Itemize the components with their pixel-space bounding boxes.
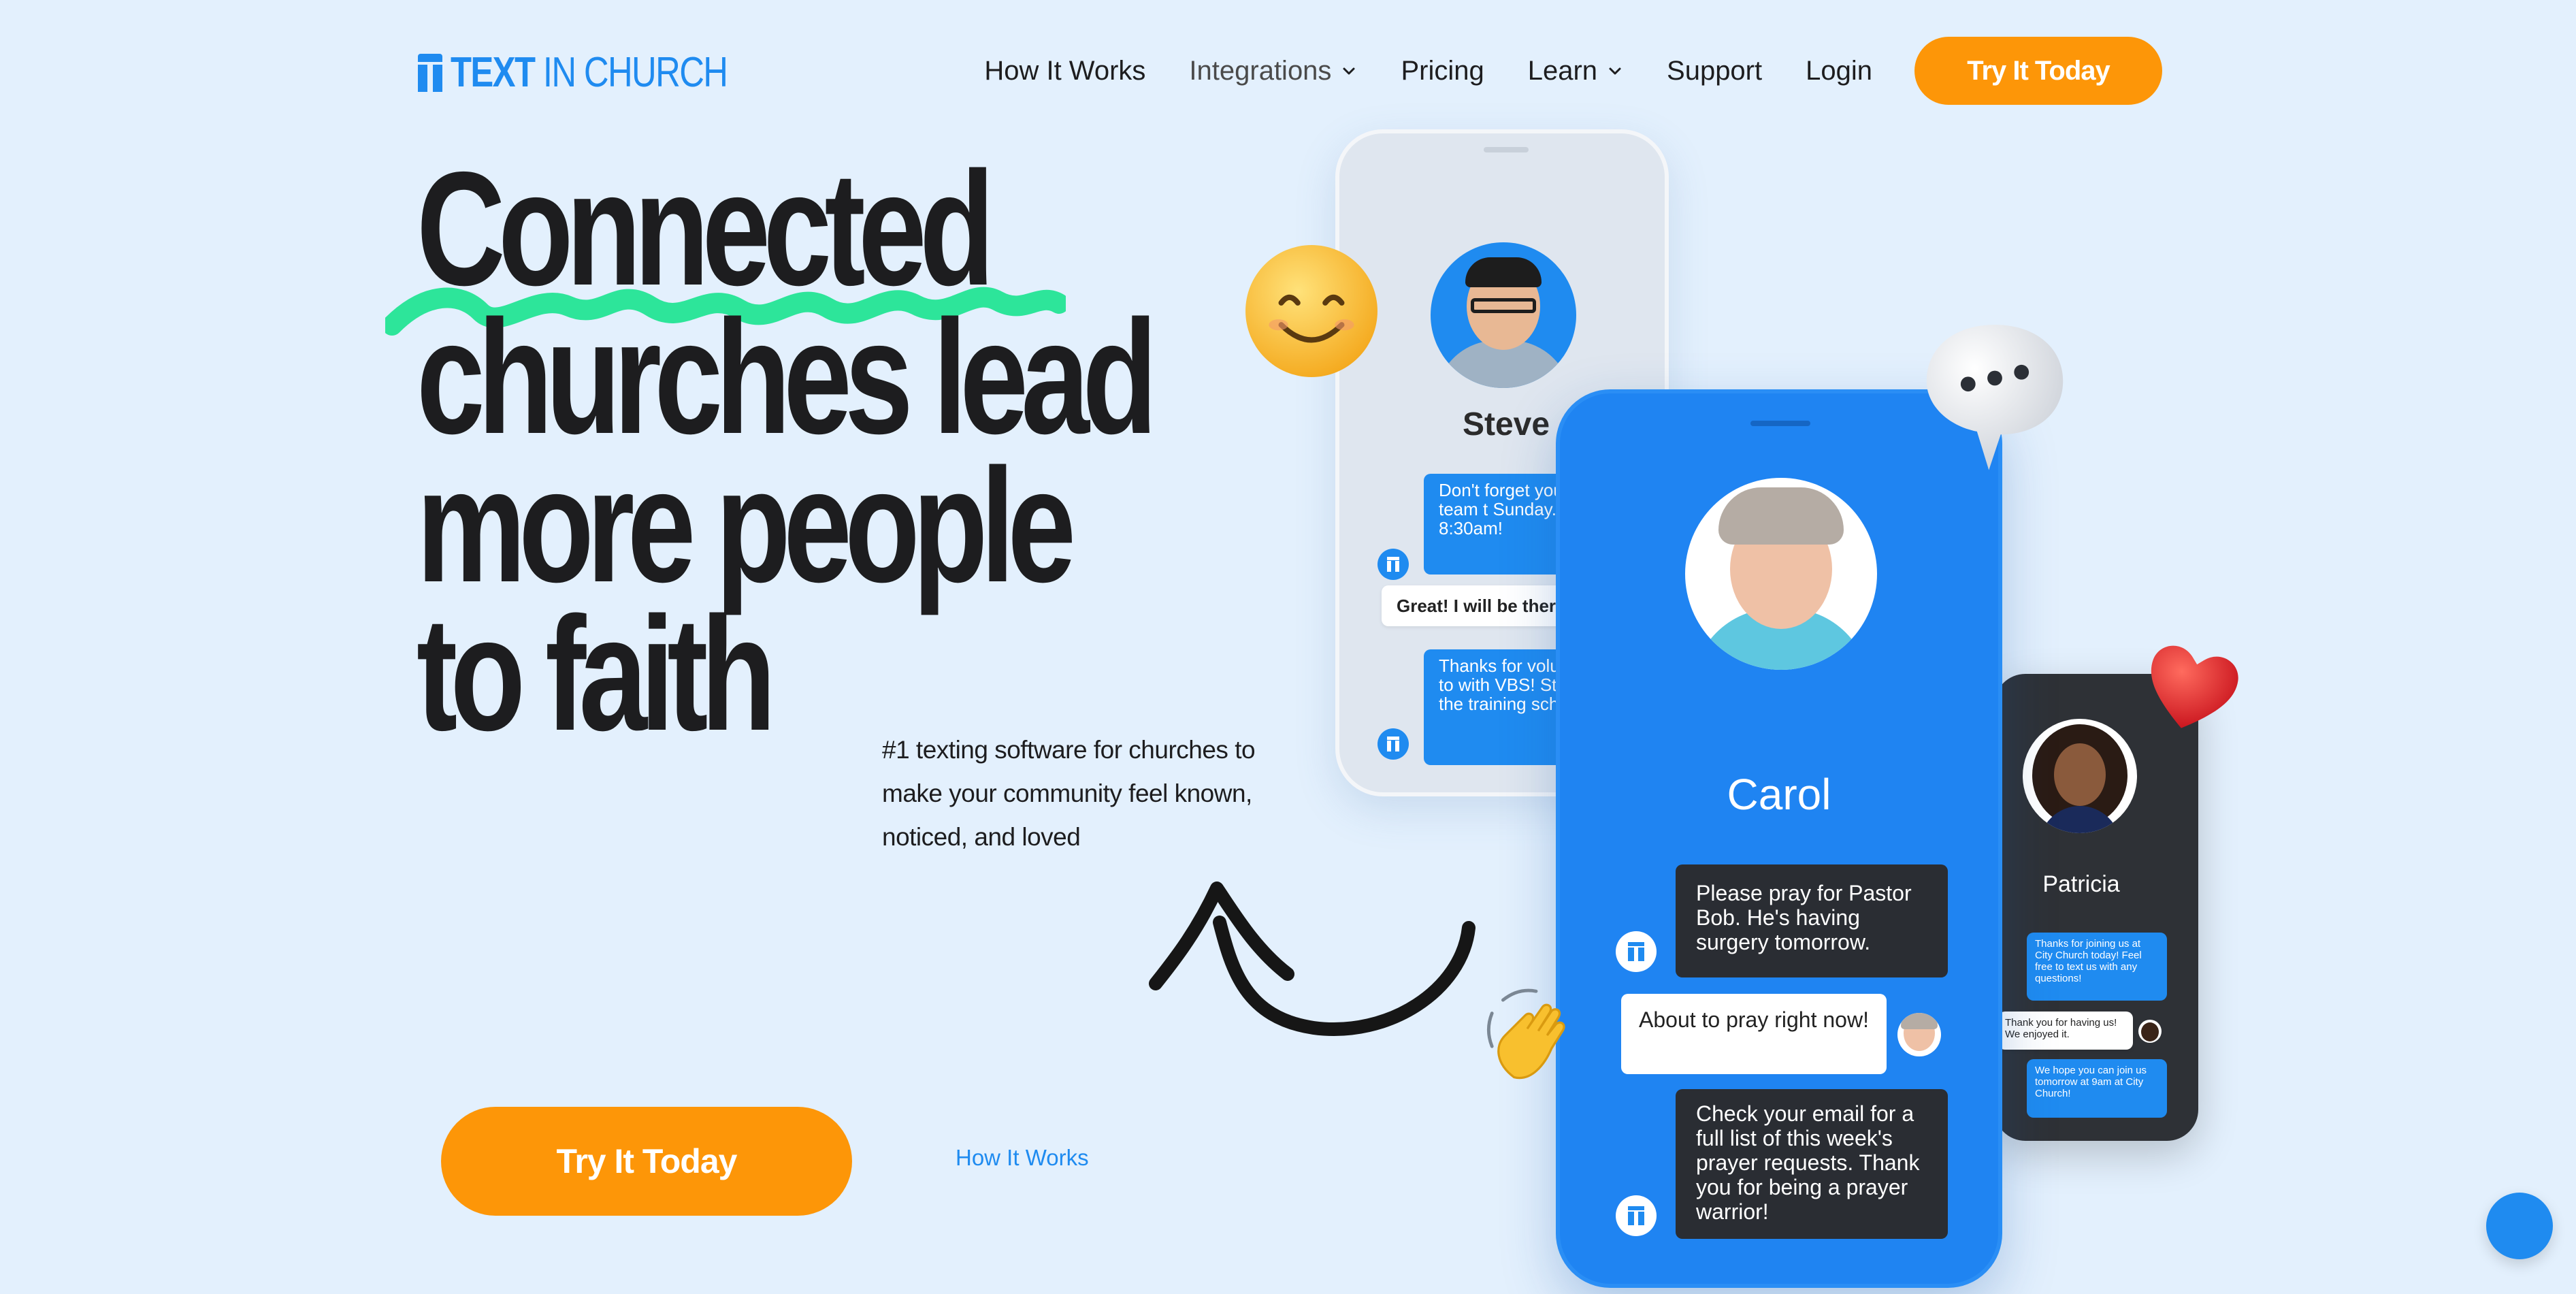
hero-how-it-works-link[interactable]: How It Works	[956, 1145, 1089, 1171]
hand-drawn-arrow-icon	[1149, 881, 1476, 1036]
carol-mini-avatar	[1897, 1013, 1941, 1056]
smile-emoji-icon	[1245, 245, 1377, 377]
chat-widget-icon	[2500, 1206, 2539, 1246]
chevron-down-icon	[1609, 67, 1621, 75]
church-badge-icon	[1377, 549, 1409, 580]
steve-avatar	[1431, 242, 1576, 388]
nav-integrations[interactable]: Integrations	[1189, 56, 1357, 86]
headline-line-4: to faith	[417, 584, 776, 764]
nav-login[interactable]: Login	[1806, 56, 1872, 86]
phone-carol: Carol Please pray for Pastor Bob. He's h…	[1556, 389, 2002, 1288]
nav-support[interactable]: Support	[1667, 56, 1762, 86]
nav-integrations-label: Integrations	[1189, 55, 1332, 86]
carol-name: Carol	[1727, 770, 1831, 819]
main-nav: How It Works Integrations Pricing Learn …	[941, 37, 2162, 105]
chevron-down-icon	[1343, 67, 1355, 75]
logo-mark-icon	[418, 54, 442, 92]
nav-learn[interactable]: Learn	[1528, 56, 1623, 86]
phone-patricia: Patricia Thanks for joining us at City C…	[1994, 674, 2198, 1141]
nav-how-it-works[interactable]: How It Works	[984, 56, 1145, 86]
headline-line-1: Connected	[417, 139, 994, 319]
message-bubble: Check your email for a full list of this…	[1676, 1089, 1948, 1239]
nav-pricing[interactable]: Pricing	[1401, 56, 1484, 86]
headline-line-3: more people	[417, 436, 1076, 616]
speech-bubble-icon	[1926, 325, 2064, 470]
hero-headline: Connected churches lead more people to f…	[417, 139, 1158, 764]
church-badge-icon	[1616, 1195, 1657, 1236]
site-logo[interactable]: TEXT IN CHURCH	[418, 48, 788, 98]
patricia-name: Patricia	[2042, 871, 2120, 897]
heart-emoji-icon	[2151, 645, 2238, 728]
nav-learn-label: Learn	[1527, 55, 1598, 86]
church-badge-icon	[1616, 931, 1657, 972]
logo-wordmark: TEXT IN CHURCH	[451, 49, 728, 96]
patricia-avatar	[2023, 719, 2137, 833]
message-bubble: Thanks for joining us at City Church tod…	[2027, 933, 2167, 1001]
hero-subtext: #1 texting software for churches to make…	[882, 736, 1256, 851]
headline-line-2: churches lead	[417, 287, 1158, 468]
carol-avatar	[1685, 478, 1877, 670]
wave-hand-icon	[1486, 988, 1565, 1080]
message-bubble: Please pray for Pastor Bob. He's having …	[1676, 864, 1948, 977]
patricia-mini-avatar	[2138, 1020, 2162, 1043]
hero-try-it-today-button[interactable]: Try It Today	[441, 1107, 852, 1216]
message-bubble: About to pray right now!	[1621, 994, 1887, 1074]
chat-widget-button[interactable]	[2486, 1193, 2553, 1259]
phone-notch	[1484, 147, 1529, 152]
nav-try-it-today-button[interactable]: Try It Today	[1914, 37, 2162, 105]
phone-speaker	[1750, 421, 1810, 426]
message-bubble: We hope you can join us tomorrow at 9am …	[2027, 1059, 2167, 1118]
message-bubble: Thank you for having us! We enjoyed it.	[1998, 1012, 2133, 1050]
church-badge-icon	[1377, 728, 1409, 760]
